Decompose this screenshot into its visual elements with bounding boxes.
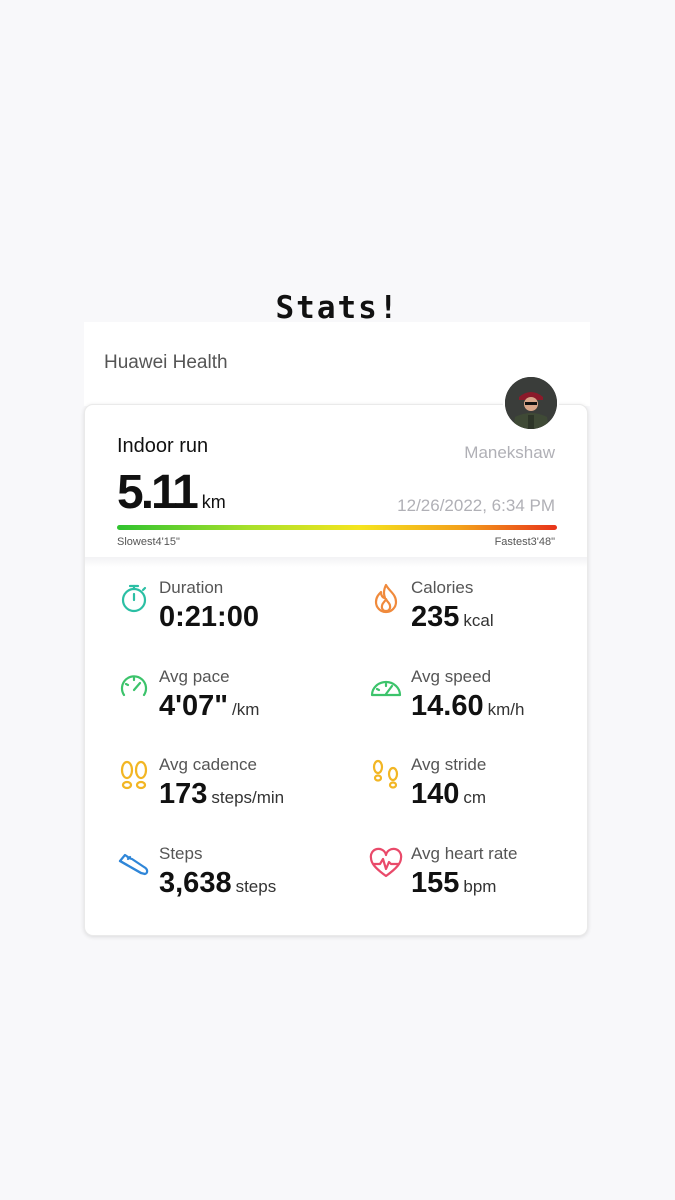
activity-type: Indoor run [117, 435, 209, 457]
metric-avg-stride: Avg stride 140 cm [369, 755, 589, 828]
metric-value: 173 [159, 778, 208, 810]
metric-label: Avg cadence [159, 755, 257, 774]
footprints-icon [117, 758, 151, 792]
distance: 5.11 km [117, 465, 226, 520]
metric-label: Duration [159, 578, 224, 597]
stride-icon [369, 758, 403, 792]
metric-value: 155 [411, 867, 460, 899]
metric-label: Avg stride [411, 755, 487, 774]
metric-calories: Calories 235 kcal [369, 578, 589, 651]
avatar[interactable] [505, 377, 557, 429]
metric-avg-pace: Avg pace 4'07"/km [117, 667, 337, 740]
metric-unit: km/h [487, 700, 525, 719]
distance-value: 5.11 [117, 466, 199, 519]
slowest-pace-label: Slowest4'15" [117, 536, 180, 548]
metric-value: 235 [411, 601, 460, 633]
username: Manekshaw [464, 443, 555, 462]
metric-duration: Duration 0:21:00 [117, 578, 337, 651]
metric-unit: cm [463, 788, 487, 807]
distance-unit: km [201, 492, 226, 512]
workout-datetime: 12/26/2022, 6:34 PM [397, 496, 555, 515]
metric-unit: /km [232, 700, 260, 719]
metric-steps: Steps 3,638 steps [117, 844, 337, 917]
speedometer-icon [369, 670, 403, 704]
shoe-icon [117, 847, 151, 881]
flame-icon [369, 581, 403, 615]
metric-label: Calories [411, 578, 474, 597]
metric-value: 0:21:00 [159, 601, 259, 633]
pace-gauge-icon [117, 670, 151, 704]
app-name: Huawei Health [104, 352, 228, 373]
metric-unit: bpm [463, 877, 497, 896]
metric-avg-heart-rate: Avg heart rate 155 bpm [369, 844, 589, 917]
story-title: Stats! [275, 290, 400, 326]
pace-gradient-bar [117, 525, 557, 530]
section-divider [85, 557, 587, 567]
metric-avg-speed: Avg speed 14.60 km/h [369, 667, 589, 740]
metric-label: Avg pace [159, 667, 230, 686]
metric-label: Steps [159, 844, 203, 863]
metric-label: Avg speed [411, 667, 492, 686]
metric-unit: steps/min [211, 788, 285, 807]
stopwatch-icon [117, 581, 151, 615]
metric-unit: kcal [463, 611, 494, 630]
fastest-pace-label: Fastest3'48" [494, 536, 555, 548]
metric-unit: steps [235, 877, 277, 896]
heart-rate-icon [369, 847, 403, 881]
metric-value: 140 [411, 778, 460, 810]
metric-value: 4'07" [159, 690, 229, 722]
metric-label: Avg heart rate [411, 844, 518, 863]
metric-value: 14.60 [411, 690, 484, 722]
metric-value: 3,638 [159, 867, 232, 899]
workout-summary-card: Indoor run Manekshaw 5.11 km 12/26/2022, … [84, 404, 588, 936]
metric-avg-cadence: Avg cadence 173 steps/min [117, 755, 337, 828]
